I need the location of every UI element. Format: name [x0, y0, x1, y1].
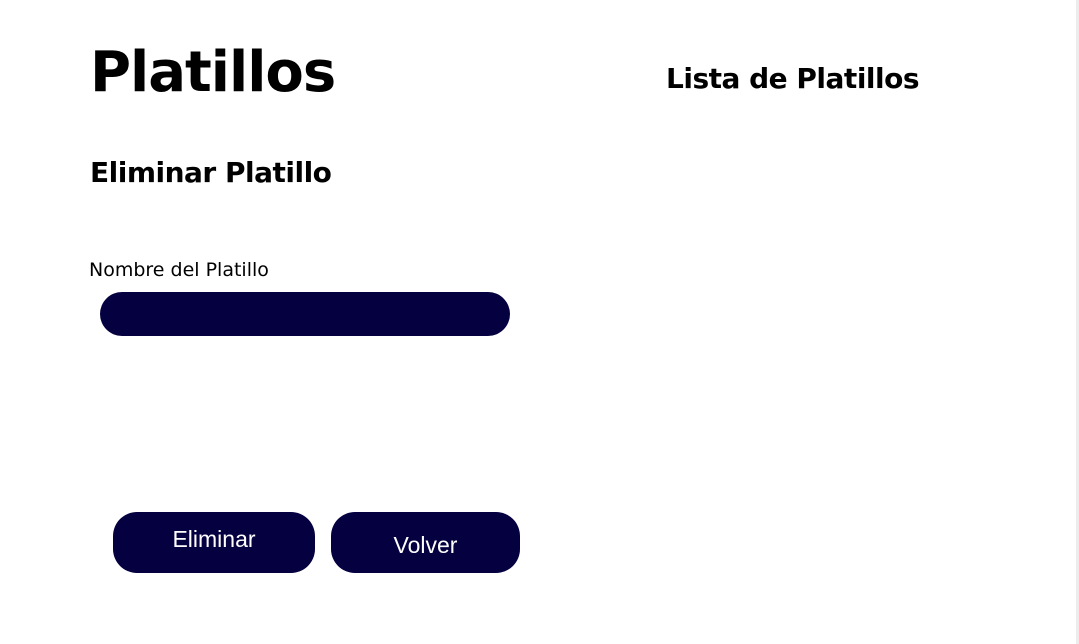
page-title: Platillos — [90, 40, 336, 105]
name-input[interactable] — [100, 292, 510, 336]
back-button[interactable]: Volver — [331, 512, 520, 573]
delete-button[interactable]: Eliminar — [113, 512, 315, 573]
section-title: Eliminar Platillo — [90, 156, 332, 189]
name-field-label: Nombre del Platillo — [89, 259, 269, 281]
list-title: Lista de Platillos — [666, 62, 920, 95]
